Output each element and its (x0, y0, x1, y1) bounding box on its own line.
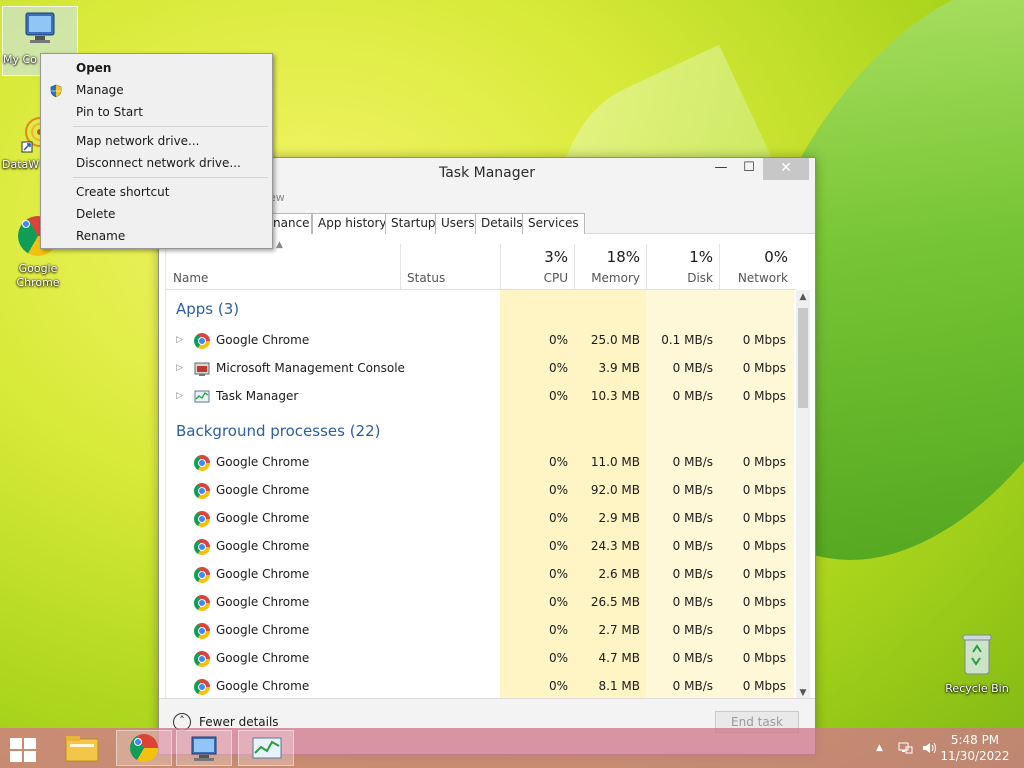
table-row[interactable]: Google Chrome 0% 2.6 MB 0 MB/s 0 Mbps (166, 561, 796, 589)
expand-icon[interactable]: ▷ (176, 391, 183, 401)
menu-item-manage[interactable]: Manage (43, 79, 270, 101)
desktop-icon-recycle-bin[interactable]: Recycle Bin (940, 630, 1014, 695)
clock-date: 11/30/2022 (940, 749, 1010, 763)
taskbar-file-explorer[interactable] (54, 730, 110, 766)
close-button[interactable]: ✕ (763, 158, 809, 180)
window-controls: — ☐ ✕ (707, 158, 809, 180)
clock-time: 5:48 PM (950, 733, 1000, 747)
scroll-up-icon[interactable]: ▲ (796, 290, 810, 304)
menu-item-map-network-drive[interactable]: Map network drive... (43, 130, 270, 152)
taskbar: ▲ 5:48 PM 11/30/2022 (0, 728, 1024, 768)
network-icon[interactable] (898, 741, 914, 758)
tab-services[interactable]: Services (522, 213, 585, 234)
minimize-button[interactable]: — (707, 158, 735, 180)
chrome-icon (194, 539, 210, 555)
tab-users[interactable]: Users (435, 213, 481, 234)
recycle-bin-icon (957, 630, 997, 678)
menu-separator (73, 177, 268, 178)
table-row[interactable]: Google Chrome 0% 26.5 MB 0 MB/s 0 Mbps (166, 589, 796, 617)
group-apps: Apps (3) (176, 300, 240, 318)
table-row[interactable]: Google Chrome 0% 24.3 MB 0 MB/s 0 Mbps (166, 533, 796, 561)
process-rows: Apps (3) ▷ Google Chrome 0% 25.0 MB 0.1 … (166, 290, 796, 700)
computer-icon (18, 7, 62, 51)
volume-icon[interactable] (922, 741, 938, 758)
chrome-icon (194, 567, 210, 583)
column-memory[interactable]: 18% Memory (574, 240, 646, 290)
process-list: ▲ Name Status 3% CPU 18% Memory 1% Disk (165, 240, 810, 700)
taskbar-chrome[interactable] (116, 730, 172, 766)
context-menu: Open Manage Pin to Start Map network dri… (40, 53, 273, 249)
window-title: Task Manager (438, 165, 536, 181)
table-row[interactable]: Google Chrome 0% 92.0 MB 0 MB/s 0 Mbps (166, 477, 796, 505)
column-cpu[interactable]: 3% CPU (500, 240, 574, 290)
maximize-button[interactable]: ☐ (735, 158, 763, 180)
expand-icon[interactable]: ▷ (176, 363, 183, 373)
chrome-icon (194, 679, 210, 695)
tab-app-history[interactable]: App history (312, 213, 393, 234)
taskbar-task-manager[interactable] (238, 730, 294, 766)
windows-logo-icon (10, 738, 22, 749)
table-row[interactable]: ▷ Task Manager 0% 10.3 MB 0 MB/s 0 Mbps (166, 383, 796, 411)
vertical-scrollbar[interactable]: ▲ ▼ (796, 290, 810, 700)
table-row[interactable]: ▷ Microsoft Management Console 0% 3.9 MB… (166, 355, 796, 383)
scrollbar-thumb[interactable] (798, 308, 808, 408)
menu-item-create-shortcut[interactable]: Create shortcut (43, 181, 270, 203)
column-status[interactable]: Status (400, 240, 500, 290)
chrome-icon (194, 595, 210, 611)
tab-performance[interactable]: nance (269, 213, 312, 234)
task-manager-icon (194, 389, 210, 405)
table-row[interactable]: Google Chrome 0% 2.9 MB 0 MB/s 0 Mbps (166, 505, 796, 533)
chrome-icon (194, 623, 210, 639)
table-row[interactable]: Google Chrome 0% 11.0 MB 0 MB/s 0 Mbps (166, 449, 796, 477)
expand-icon[interactable]: ▷ (176, 335, 183, 345)
chrome-icon (130, 734, 158, 762)
chrome-icon (194, 511, 210, 527)
menu-item-delete[interactable]: Delete (43, 203, 270, 225)
table-row[interactable]: Google Chrome 0% 4.7 MB 0 MB/s 0 Mbps (166, 645, 796, 673)
menu-item-pin-to-start[interactable]: Pin to Start (43, 101, 270, 123)
uac-shield-icon (49, 83, 63, 98)
desktop-icon-label: Recycle Bin (945, 682, 1009, 695)
computer-management-icon (191, 736, 217, 761)
tab-startup[interactable]: Startup (385, 213, 442, 234)
show-hidden-icons-icon[interactable]: ▲ (876, 743, 883, 753)
menu-item-disconnect-network-drive[interactable]: Disconnect network drive... (43, 152, 270, 174)
system-clock[interactable]: 5:48 PM 11/30/2022 (940, 732, 1010, 764)
table-row[interactable]: ▷ Google Chrome 0% 25.0 MB 0.1 MB/s 0 Mb… (166, 327, 796, 355)
chrome-icon (194, 483, 210, 499)
tab-details[interactable]: Details (475, 213, 529, 234)
group-background-processes: Background processes (22) (176, 422, 381, 440)
table-row[interactable]: Google Chrome 0% 8.1 MB 0 MB/s 0 Mbps (166, 673, 796, 700)
menu-separator (73, 126, 268, 127)
column-network[interactable]: 0% Network (719, 240, 794, 290)
table-row[interactable]: Google Chrome 0% 2.7 MB 0 MB/s 0 Mbps (166, 617, 796, 645)
start-button[interactable] (8, 736, 38, 762)
taskbar-computer-management[interactable] (176, 730, 232, 766)
menu-item-open[interactable]: Open (43, 57, 270, 79)
desktop-icon-label: Google Chrome (16, 262, 60, 289)
column-disk[interactable]: 1% Disk (646, 240, 719, 290)
file-explorer-icon (65, 736, 99, 762)
chrome-icon (194, 651, 210, 667)
chrome-icon (194, 455, 210, 471)
task-manager-icon (252, 737, 282, 759)
menu-item-rename[interactable]: Rename (43, 225, 270, 247)
mmc-icon (194, 361, 210, 377)
chrome-icon (194, 333, 210, 349)
